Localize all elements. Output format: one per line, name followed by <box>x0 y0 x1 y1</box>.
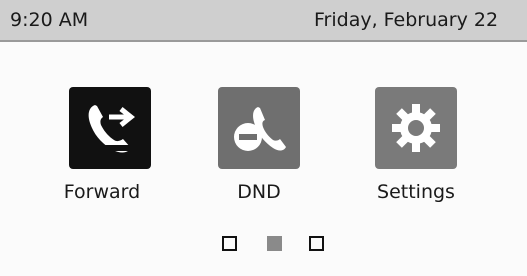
page-dot-3[interactable] <box>309 236 324 251</box>
call-forward-icon <box>69 87 151 169</box>
status-bar: 9:20 AM Friday, February 22 <box>0 0 527 42</box>
settings-label: Settings <box>377 181 455 203</box>
forward-label: Forward <box>63 181 141 203</box>
dnd-app-button[interactable]: DND <box>199 87 319 217</box>
page-dot-2-current[interactable] <box>267 236 282 251</box>
status-time: 9:20 AM <box>10 9 89 31</box>
status-date: Friday, February 22 <box>314 9 499 31</box>
dnd-label: DND <box>237 181 281 203</box>
forward-app-button[interactable]: Forward <box>50 87 170 217</box>
page-indicator <box>222 236 332 256</box>
do-not-disturb-icon <box>218 87 300 169</box>
phone-screen: 9:20 AM Friday, February 22 Forward DND <box>0 0 527 276</box>
settings-app-button[interactable]: Settings <box>360 87 480 217</box>
gear-icon <box>375 87 457 169</box>
page-dot-1[interactable] <box>222 236 237 251</box>
